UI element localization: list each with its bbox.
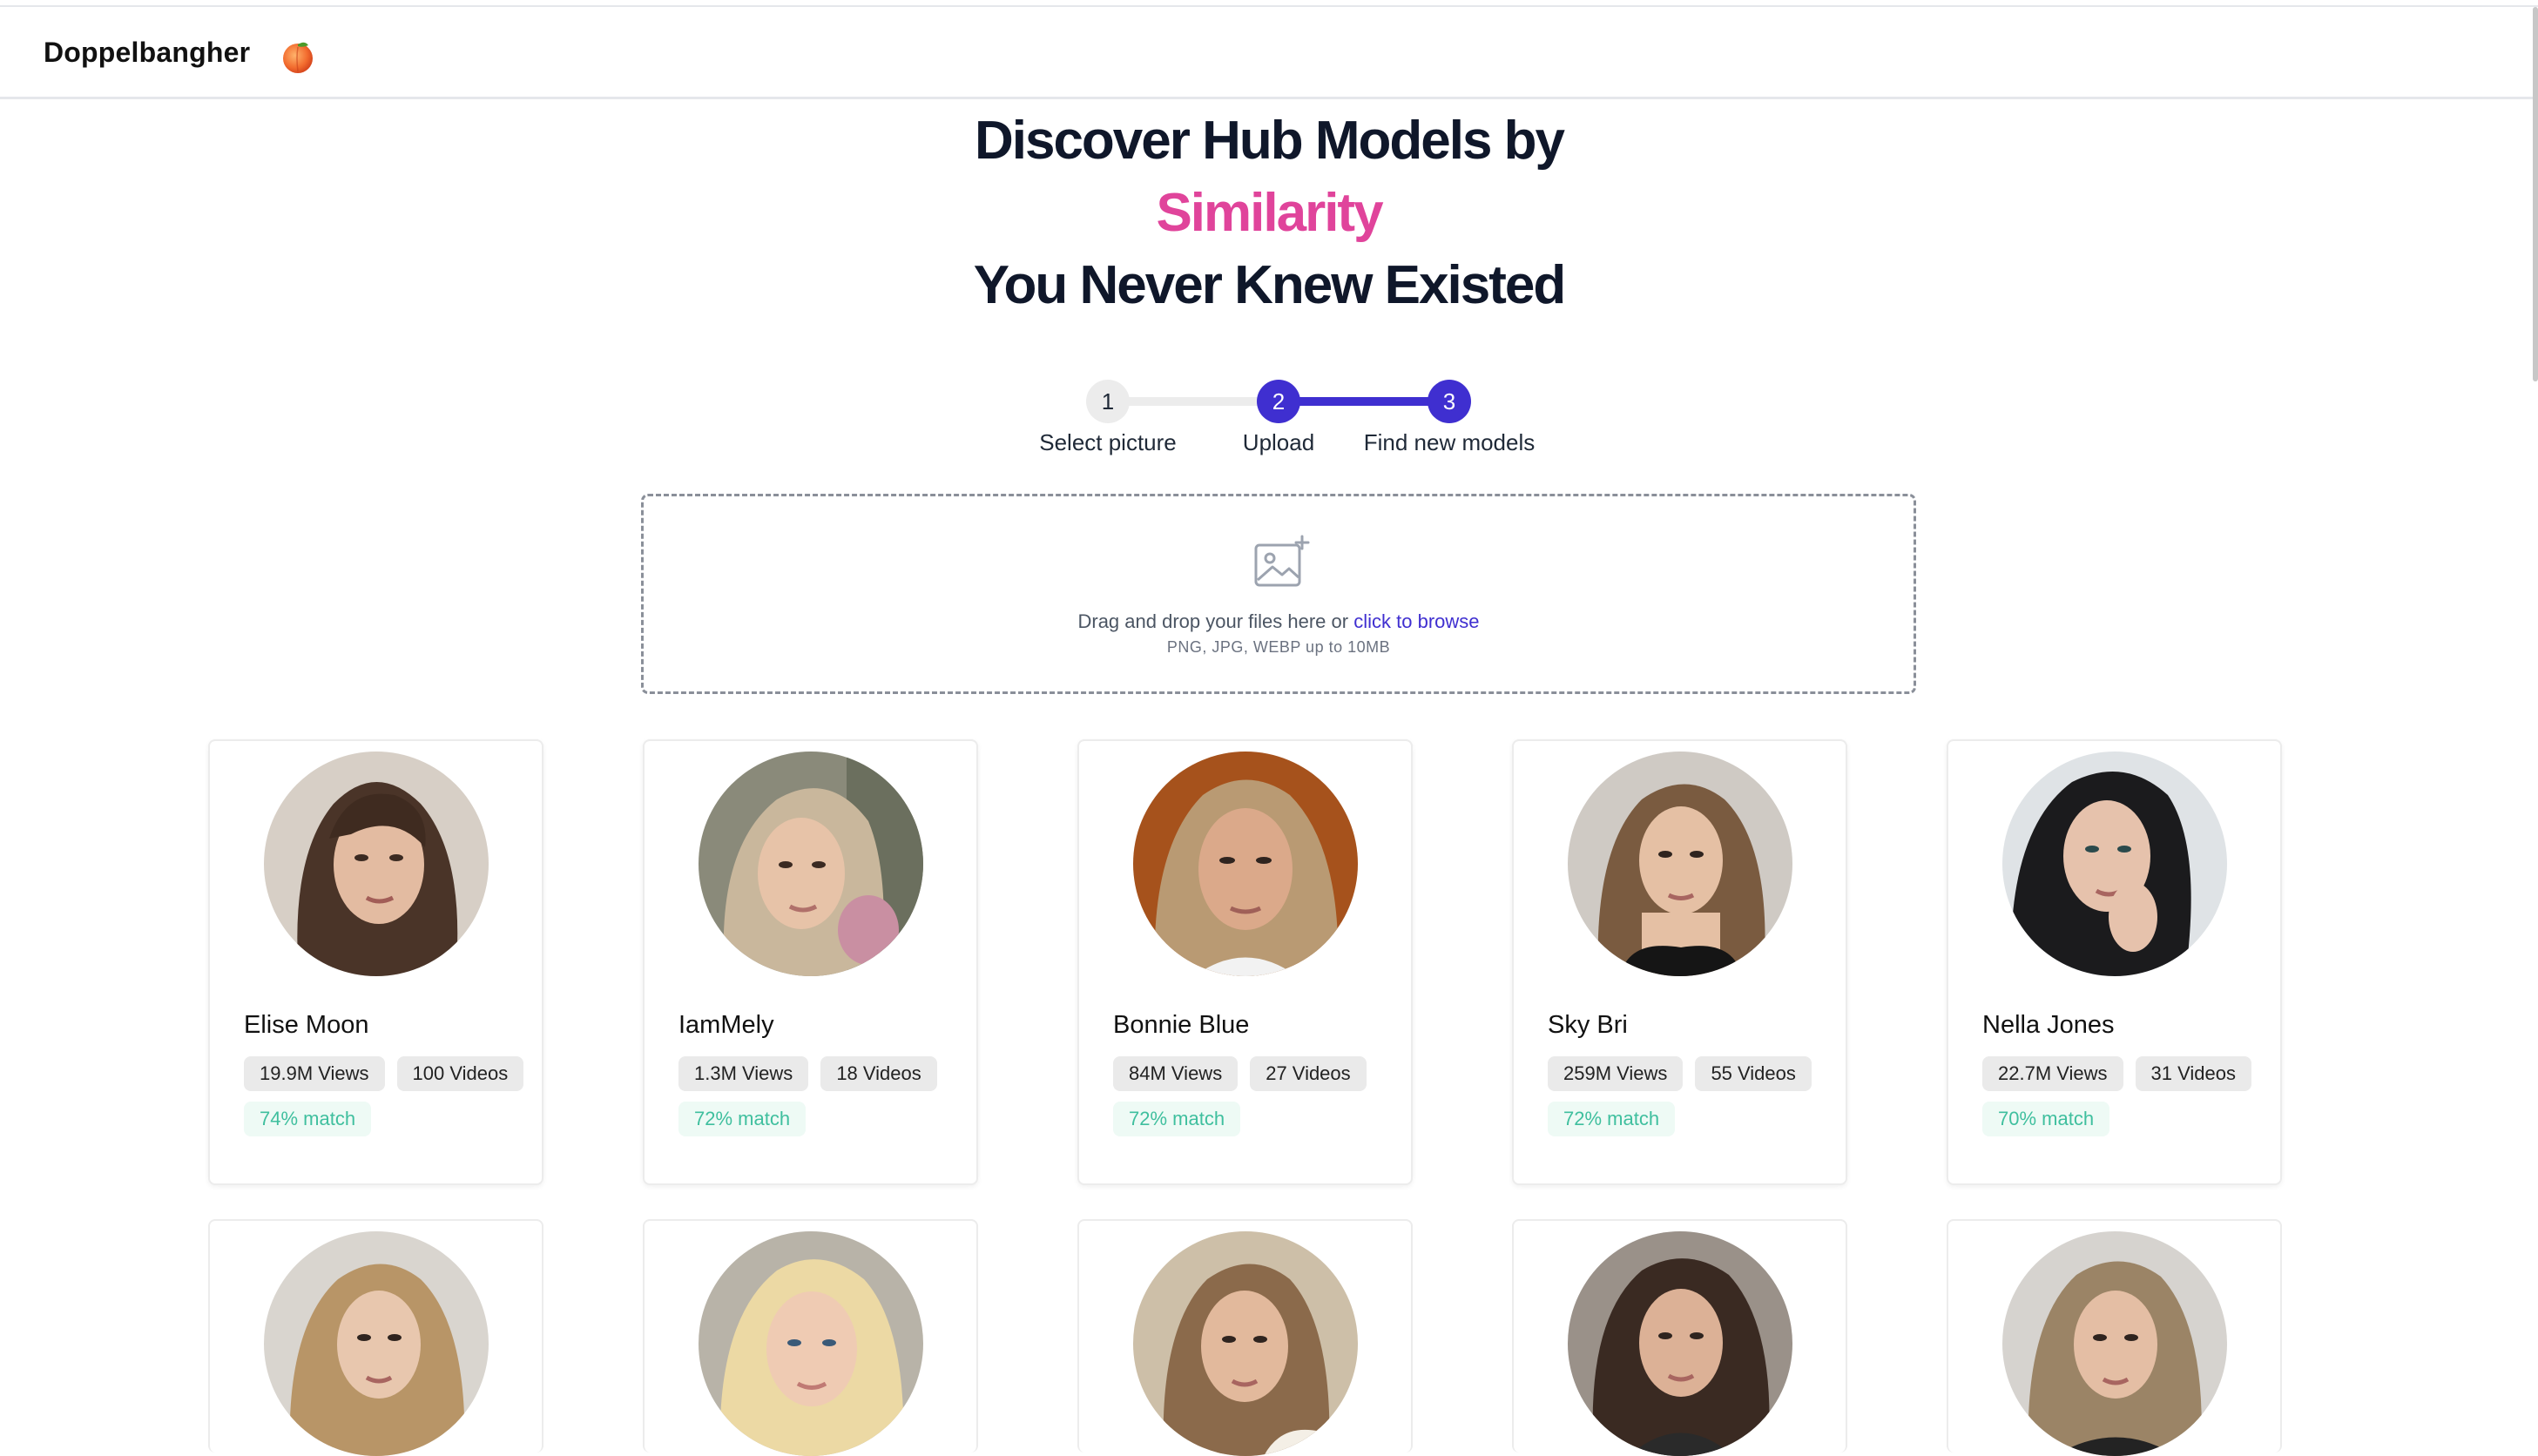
model-avatar [264, 752, 489, 976]
step-3-circle[interactable]: 3 [1428, 380, 1471, 423]
views-badge: 1.3M Views [678, 1056, 809, 1091]
dropzone-text: Drag and drop your files here or [1077, 610, 1349, 632]
hero-accent-word: Similarity [1156, 183, 1383, 243]
model-card[interactable]: Elise Moon 19.9M Views 100 Videos 74% ma… [208, 739, 543, 1185]
videos-badge: 27 Videos [1250, 1056, 1367, 1091]
stepper-track-incomplete [1108, 397, 1279, 406]
model-stats: 259M Views 55 Videos 72% match [1548, 1056, 1835, 1136]
model-card[interactable]: Sky Bri 259M Views 55 Videos 72% match [1512, 739, 1847, 1185]
model-card[interactable] [643, 1219, 978, 1456]
hero-heading: Discover Hub Models by Similarity You Ne… [0, 104, 2538, 321]
model-avatar [1568, 752, 1792, 976]
views-badge: 259M Views [1548, 1056, 1684, 1091]
match-badge: 70% match [1982, 1102, 2110, 1136]
match-badge: 72% match [1548, 1102, 1676, 1136]
brand-logo[interactable]: Doppelbangher [44, 37, 250, 69]
model-avatar [2002, 1231, 2227, 1456]
model-avatar [699, 752, 923, 976]
model-name: IamMely [678, 1011, 774, 1039]
window-top-border [0, 0, 2538, 7]
step-2-circle[interactable]: 2 [1257, 380, 1300, 423]
model-stats: 1.3M Views 18 Videos 72% match [678, 1056, 966, 1136]
model-card[interactable]: Bonnie Blue 84M Views 27 Videos 72% matc… [1077, 739, 1413, 1185]
match-badge: 72% match [678, 1102, 807, 1136]
peach-icon [283, 42, 313, 73]
match-badge: 74% match [244, 1102, 372, 1136]
model-card[interactable] [1947, 1219, 2282, 1456]
model-card[interactable] [1077, 1219, 1413, 1456]
videos-badge: 100 Videos [396, 1056, 524, 1091]
videos-badge: 18 Videos [820, 1056, 937, 1091]
hero-line-1: Discover Hub Models by [974, 111, 1565, 171]
stepper-track-complete [1279, 397, 1449, 406]
views-badge: 84M Views [1113, 1056, 1239, 1091]
model-name: Nella Jones [1982, 1011, 2115, 1039]
model-avatar [1133, 1231, 1358, 1456]
model-name: Elise Moon [244, 1011, 369, 1039]
model-card[interactable] [208, 1219, 543, 1456]
step-1-circle[interactable]: 1 [1086, 380, 1130, 423]
views-badge: 22.7M Views [1982, 1056, 2123, 1091]
top-navbar: Doppelbangher [0, 7, 2538, 99]
dropzone-instructions: Drag and drop your files here or click t… [644, 610, 1914, 633]
model-card[interactable] [1512, 1219, 1847, 1456]
browse-link[interactable]: click to browse [1353, 610, 1479, 632]
videos-badge: 31 Videos [2135, 1056, 2251, 1091]
model-avatar [1568, 1231, 1792, 1456]
file-dropzone[interactable]: Drag and drop your files here or click t… [641, 494, 1916, 694]
progress-stepper: 1 2 3 Select picture Upload Find new mod… [1010, 370, 1550, 466]
model-name: Sky Bri [1548, 1011, 1628, 1039]
model-card[interactable]: Nella Jones 22.7M Views 31 Videos 70% ma… [1947, 739, 2282, 1185]
model-card[interactable]: IamMely 1.3M Views 18 Videos 72% match [643, 739, 978, 1185]
model-stats: 19.9M Views 100 Videos 74% match [244, 1056, 531, 1136]
model-stats: 22.7M Views 31 Videos 70% match [1982, 1056, 2270, 1136]
dropzone-file-hint: PNG, JPG, WEBP up to 10MB [1166, 638, 1391, 656]
match-badge: 72% match [1113, 1102, 1241, 1136]
videos-badge: 55 Videos [1695, 1056, 1812, 1091]
views-badge: 19.9M Views [244, 1056, 385, 1091]
model-stats: 84M Views 27 Videos 72% match [1113, 1056, 1401, 1136]
hero-line-3: You Never Knew Existed [973, 255, 1566, 315]
model-avatar [2002, 752, 2227, 976]
model-avatar [699, 1231, 923, 1456]
model-avatar [1133, 752, 1358, 976]
model-name: Bonnie Blue [1113, 1011, 1250, 1039]
image-add-icon [1254, 535, 1310, 587]
model-avatar [264, 1231, 489, 1456]
step-3-label: Find new models [1363, 429, 1536, 455]
